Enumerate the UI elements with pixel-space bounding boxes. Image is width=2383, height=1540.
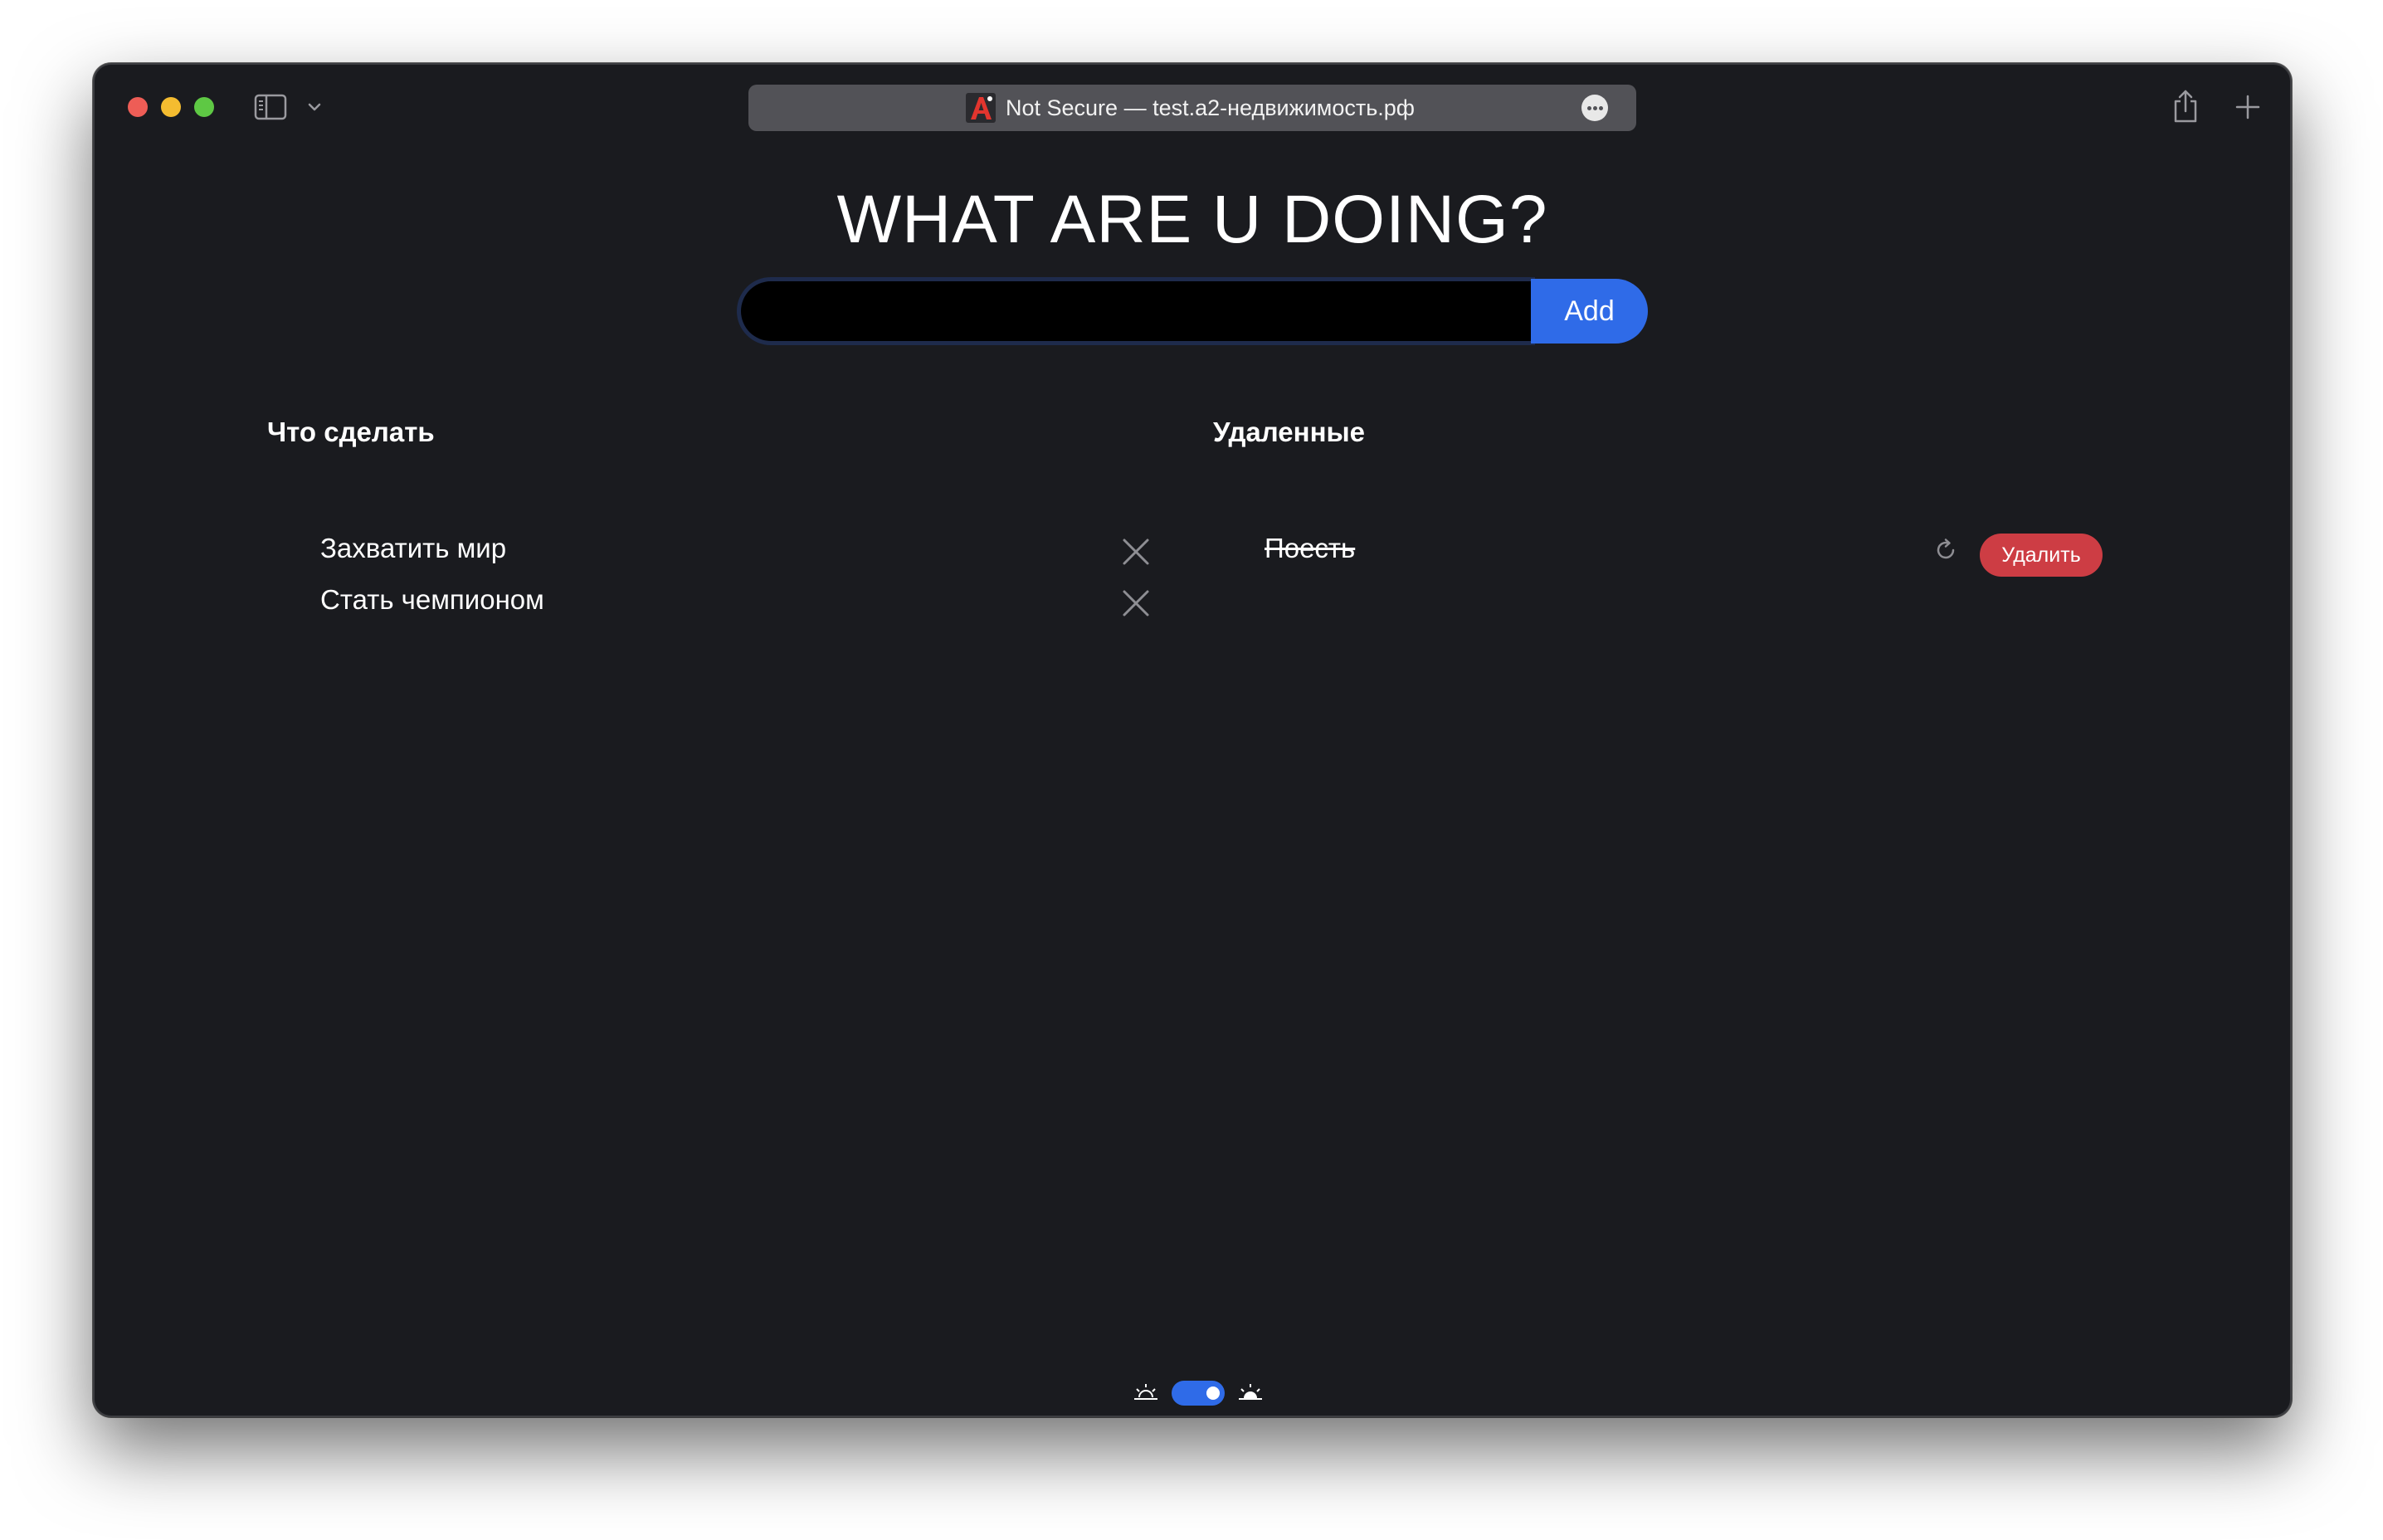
plus-icon[interactable]: [2234, 93, 2262, 121]
theme-toggle: [1132, 1376, 1265, 1409]
sunrise-icon: [1236, 1381, 1265, 1404]
restore-icon[interactable]: [1933, 538, 1958, 563]
close-icon[interactable]: [1122, 538, 1150, 566]
close-window-button[interactable]: [128, 97, 148, 117]
delete-permanently-button[interactable]: Удалить: [1980, 534, 2103, 577]
minimize-window-button[interactable]: [161, 97, 181, 117]
page-title: WHAT ARE U DOING?: [836, 182, 1548, 257]
todo-item: Захватить мир: [320, 533, 507, 563]
todo-item: Стать чемпионом: [320, 584, 544, 615]
theme-switch-knob: [1206, 1386, 1220, 1400]
theme-switch[interactable]: [1172, 1381, 1225, 1406]
browser-toolbar: Not Secure — test.a2-недвижимость.рф: [95, 65, 2290, 151]
sidebar-icon[interactable]: [254, 93, 287, 121]
deleted-item: Поесть: [1265, 533, 1356, 563]
close-icon[interactable]: [1122, 589, 1150, 617]
todo-column-heading: Что сделать: [267, 417, 435, 447]
site-logo-icon: [966, 93, 996, 123]
sunset-icon: [1132, 1381, 1160, 1404]
add-button[interactable]: Add: [1531, 279, 1648, 344]
share-icon[interactable]: [2171, 88, 2200, 124]
deleted-column-heading: Удаленные: [1213, 417, 1366, 447]
browser-window: Not Secure — test.a2-недвижимость.рф WHA…: [93, 63, 2292, 1417]
more-icon[interactable]: [1581, 95, 1608, 121]
address-text: Not Secure — test.a2-недвижимость.рф: [1006, 95, 1416, 120]
chevron-down-icon[interactable]: [305, 98, 324, 116]
address-bar[interactable]: Not Secure — test.a2-недвижимость.рф: [748, 85, 1636, 131]
todo-input[interactable]: [737, 277, 1535, 345]
zoom-window-button[interactable]: [194, 97, 214, 117]
